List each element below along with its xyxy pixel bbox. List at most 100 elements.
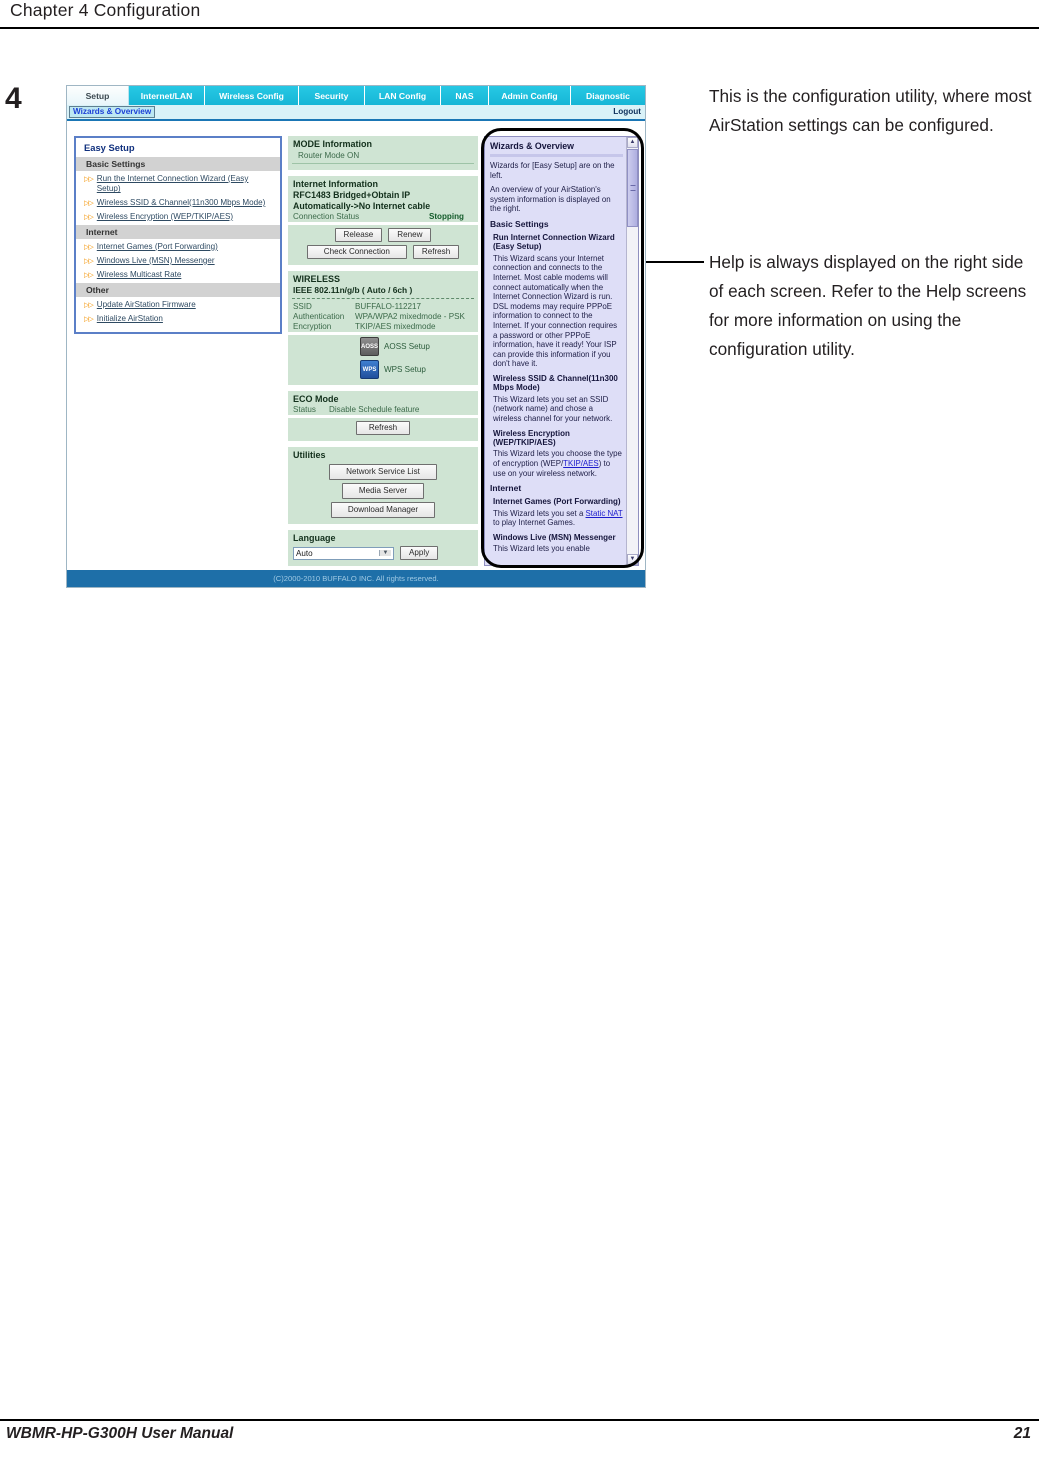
sidebar-item-initialize-airstation[interactable]: ▷▷ Initialize AirStation: [76, 312, 280, 326]
arrow-bullet-icon: ▷▷: [84, 199, 94, 207]
help-item4-body-post: to play Internet Games.: [493, 518, 576, 528]
eco-refresh-button[interactable]: Refresh: [355, 421, 411, 435]
media-server-button[interactable]: Media Server: [341, 483, 425, 499]
help-panel-scrollbar[interactable]: ▲ ▼: [626, 137, 638, 565]
panel-wireless: WIRELESS IEEE 802.11n/g/b ( Auto / 6ch )…: [288, 271, 478, 385]
network-service-list-row: Network Service List: [288, 464, 478, 480]
check-refresh-button-row: Check Connection Refresh: [288, 245, 478, 259]
eco-mode-header: ECO Mode: [293, 394, 339, 404]
help-item2-title: Wireless SSID & Channel(11n300 Mbps Mode…: [493, 373, 618, 393]
sidebar-item-windows-live-messenger[interactable]: ▷▷ Windows Live (MSN) Messenger: [76, 254, 280, 268]
encryption-row: Encryption TKIP/AES mixedmode: [288, 322, 478, 332]
sidebar-item-wireless-encryption[interactable]: ▷▷ Wireless Encryption (WEP/TKIP/AES): [76, 210, 280, 224]
help-section-internet: Internet: [490, 483, 522, 494]
scroll-down-arrow-icon[interactable]: ▼: [627, 554, 638, 565]
footer-page-number: 21: [1013, 1425, 1031, 1442]
help-item1-title: Run Internet Connection Wizard (Easy Set…: [493, 232, 615, 252]
tab-lan-config[interactable]: LAN Config: [365, 86, 441, 105]
help-title-underbar: [490, 154, 623, 157]
sidebar-item-label: Wireless Multicast Rate: [96, 269, 182, 279]
mode-information-value: Router Mode ON: [298, 151, 360, 160]
language-row: Auto ▼ Apply: [288, 544, 478, 562]
network-service-list-button[interactable]: Network Service List: [329, 464, 437, 480]
callout-leader-line: [646, 261, 704, 263]
wps-setup-row[interactable]: WPS WPS Setup: [288, 358, 478, 381]
sidebar-item-label: Initialize AirStation: [96, 313, 163, 323]
authentication-label: Authentication: [293, 312, 345, 321]
wireless-standard: IEEE 802.11n/g/b ( Auto / 6ch ): [293, 285, 413, 295]
eco-status-label: Status: [293, 405, 316, 414]
logout-link[interactable]: Logout: [613, 107, 641, 116]
check-connection-button[interactable]: Check Connection: [306, 245, 407, 259]
arrow-bullet-icon: ▷▷: [84, 315, 94, 323]
sidebar-item-wireless-ssid-channel[interactable]: ▷▷ Wireless SSID & Channel(11n300 Mbps M…: [76, 196, 280, 210]
arrow-bullet-icon: ▷▷: [84, 257, 94, 265]
spacer: [288, 415, 478, 418]
aoss-setup-label: AOSS Setup: [384, 342, 430, 351]
connection-status-label: Connection Status: [293, 212, 360, 221]
annotation-configuration-utility: This is the configuration utility, where…: [709, 86, 1032, 135]
breadcrumb[interactable]: Wizards & Overview: [69, 106, 156, 118]
authentication-value: WPA/WPA2 mixedmode - PSK: [355, 312, 465, 321]
chapter-title: Chapter 4 Configuration: [10, 0, 201, 20]
sidebar-item-label: Wireless Encryption (WEP/TKIP/AES): [96, 211, 234, 221]
utilities-header: Utilities: [293, 450, 326, 460]
download-manager-button[interactable]: Download Manager: [330, 502, 436, 518]
scroll-up-arrow-icon[interactable]: ▲: [627, 137, 638, 148]
connection-status-row: Connection Status Stopping: [288, 212, 478, 222]
help-item4-body: This Wizard lets you set a Static NAT to…: [493, 509, 623, 528]
language-apply-button[interactable]: Apply: [400, 546, 439, 560]
media-server-row: Media Server: [288, 483, 478, 499]
sidebar-item-internet-games[interactable]: ▷▷ Internet Games (Port Forwarding): [76, 240, 280, 254]
sidebar-easy-setup: Easy Setup Basic Settings ▷▷ Run the Int…: [74, 136, 282, 334]
tab-diagnostic[interactable]: Diagnostic: [571, 86, 645, 105]
sidebar-group-internet: Internet: [76, 223, 280, 240]
tab-internet-lan[interactable]: Internet/LAN: [129, 86, 205, 105]
language-select[interactable]: Auto ▼: [293, 546, 394, 560]
help-item5-title: Windows Live (MSN) Messenger: [493, 532, 616, 542]
tab-nas[interactable]: NAS: [441, 86, 489, 105]
tab-admin-config[interactable]: Admin Config: [489, 86, 571, 105]
sidebar-item-label: Update AirStation Firmware: [96, 299, 196, 309]
refresh-button[interactable]: Refresh: [412, 245, 460, 259]
internet-summary-line1: RFC1483 Bridged+Obtain IP: [293, 190, 411, 200]
wps-setup-label: WPS Setup: [384, 365, 426, 374]
renew-button[interactable]: Renew: [388, 228, 432, 242]
sidebar-item-update-firmware[interactable]: ▷▷ Update AirStation Firmware: [76, 298, 280, 312]
arrow-bullet-icon: ▷▷: [84, 176, 94, 183]
tab-setup[interactable]: Setup: [67, 86, 129, 105]
sidebar-item-run-wizard[interactable]: ▷▷ Run the Internet Connection Wizard (E…: [76, 172, 280, 196]
help-item4-link[interactable]: Static NAT: [586, 509, 623, 518]
annotation-help-panel: Help is always displayed on the right si…: [709, 252, 1027, 359]
sub-navigation-bar: Wizards & Overview Logout: [67, 105, 645, 120]
help-section-basic-settings: Basic Settings: [490, 218, 549, 229]
sidebar-item-label: Wireless SSID & Channel(11n300 Mbps Mode…: [96, 197, 266, 207]
encryption-value: TKIP/AES mixedmode: [355, 322, 436, 331]
mode-information-header: MODE Information: [293, 139, 372, 149]
scrollbar-thumb[interactable]: [627, 149, 638, 227]
help-item3-link[interactable]: TKIP/AES: [563, 459, 599, 468]
help-item2-body: This Wizard lets you set an SSID (networ…: [493, 394, 613, 423]
wps-icon: WPS: [360, 360, 379, 379]
ssid-row: SSID BUFFALO-112217: [288, 302, 478, 312]
tab-wireless-config[interactable]: Wireless Config: [205, 86, 299, 105]
footer-rule: [0, 1419, 1039, 1421]
help-paragraph-2: An overview of your AirStation's system …: [490, 185, 611, 214]
arrow-bullet-icon: ▷▷: [84, 243, 94, 251]
aoss-setup-row[interactable]: AOSS AOSS Setup: [288, 335, 478, 358]
chapter-header: Chapter 4 Configuration: [0, 0, 1039, 28]
sidebar-item-label: Internet Games (Port Forwarding): [96, 241, 218, 251]
ssid-value: BUFFALO-112217: [355, 302, 421, 311]
connection-status-value: Stopping: [428, 212, 464, 221]
tab-bar: Setup Internet/LAN Wireless Config Secur…: [67, 86, 645, 105]
internet-summary-line2: Automatically->No Internet cable: [293, 201, 431, 211]
release-button[interactable]: Release: [334, 228, 383, 242]
tab-security[interactable]: Security: [299, 86, 365, 105]
authentication-row: Authentication WPA/WPA2 mixedmode - PSK: [288, 312, 478, 322]
wireless-header: WIRELESS: [293, 274, 341, 284]
aoss-icon: AOSS: [360, 337, 379, 356]
sidebar-item-wireless-multicast-rate[interactable]: ▷▷ Wireless Multicast Rate: [76, 268, 280, 282]
language-selected-value: Auto: [296, 548, 313, 558]
ssid-label: SSID: [293, 302, 312, 311]
help-panel-body: Wizards & Overview Wizards for [Easy Set…: [485, 137, 627, 565]
